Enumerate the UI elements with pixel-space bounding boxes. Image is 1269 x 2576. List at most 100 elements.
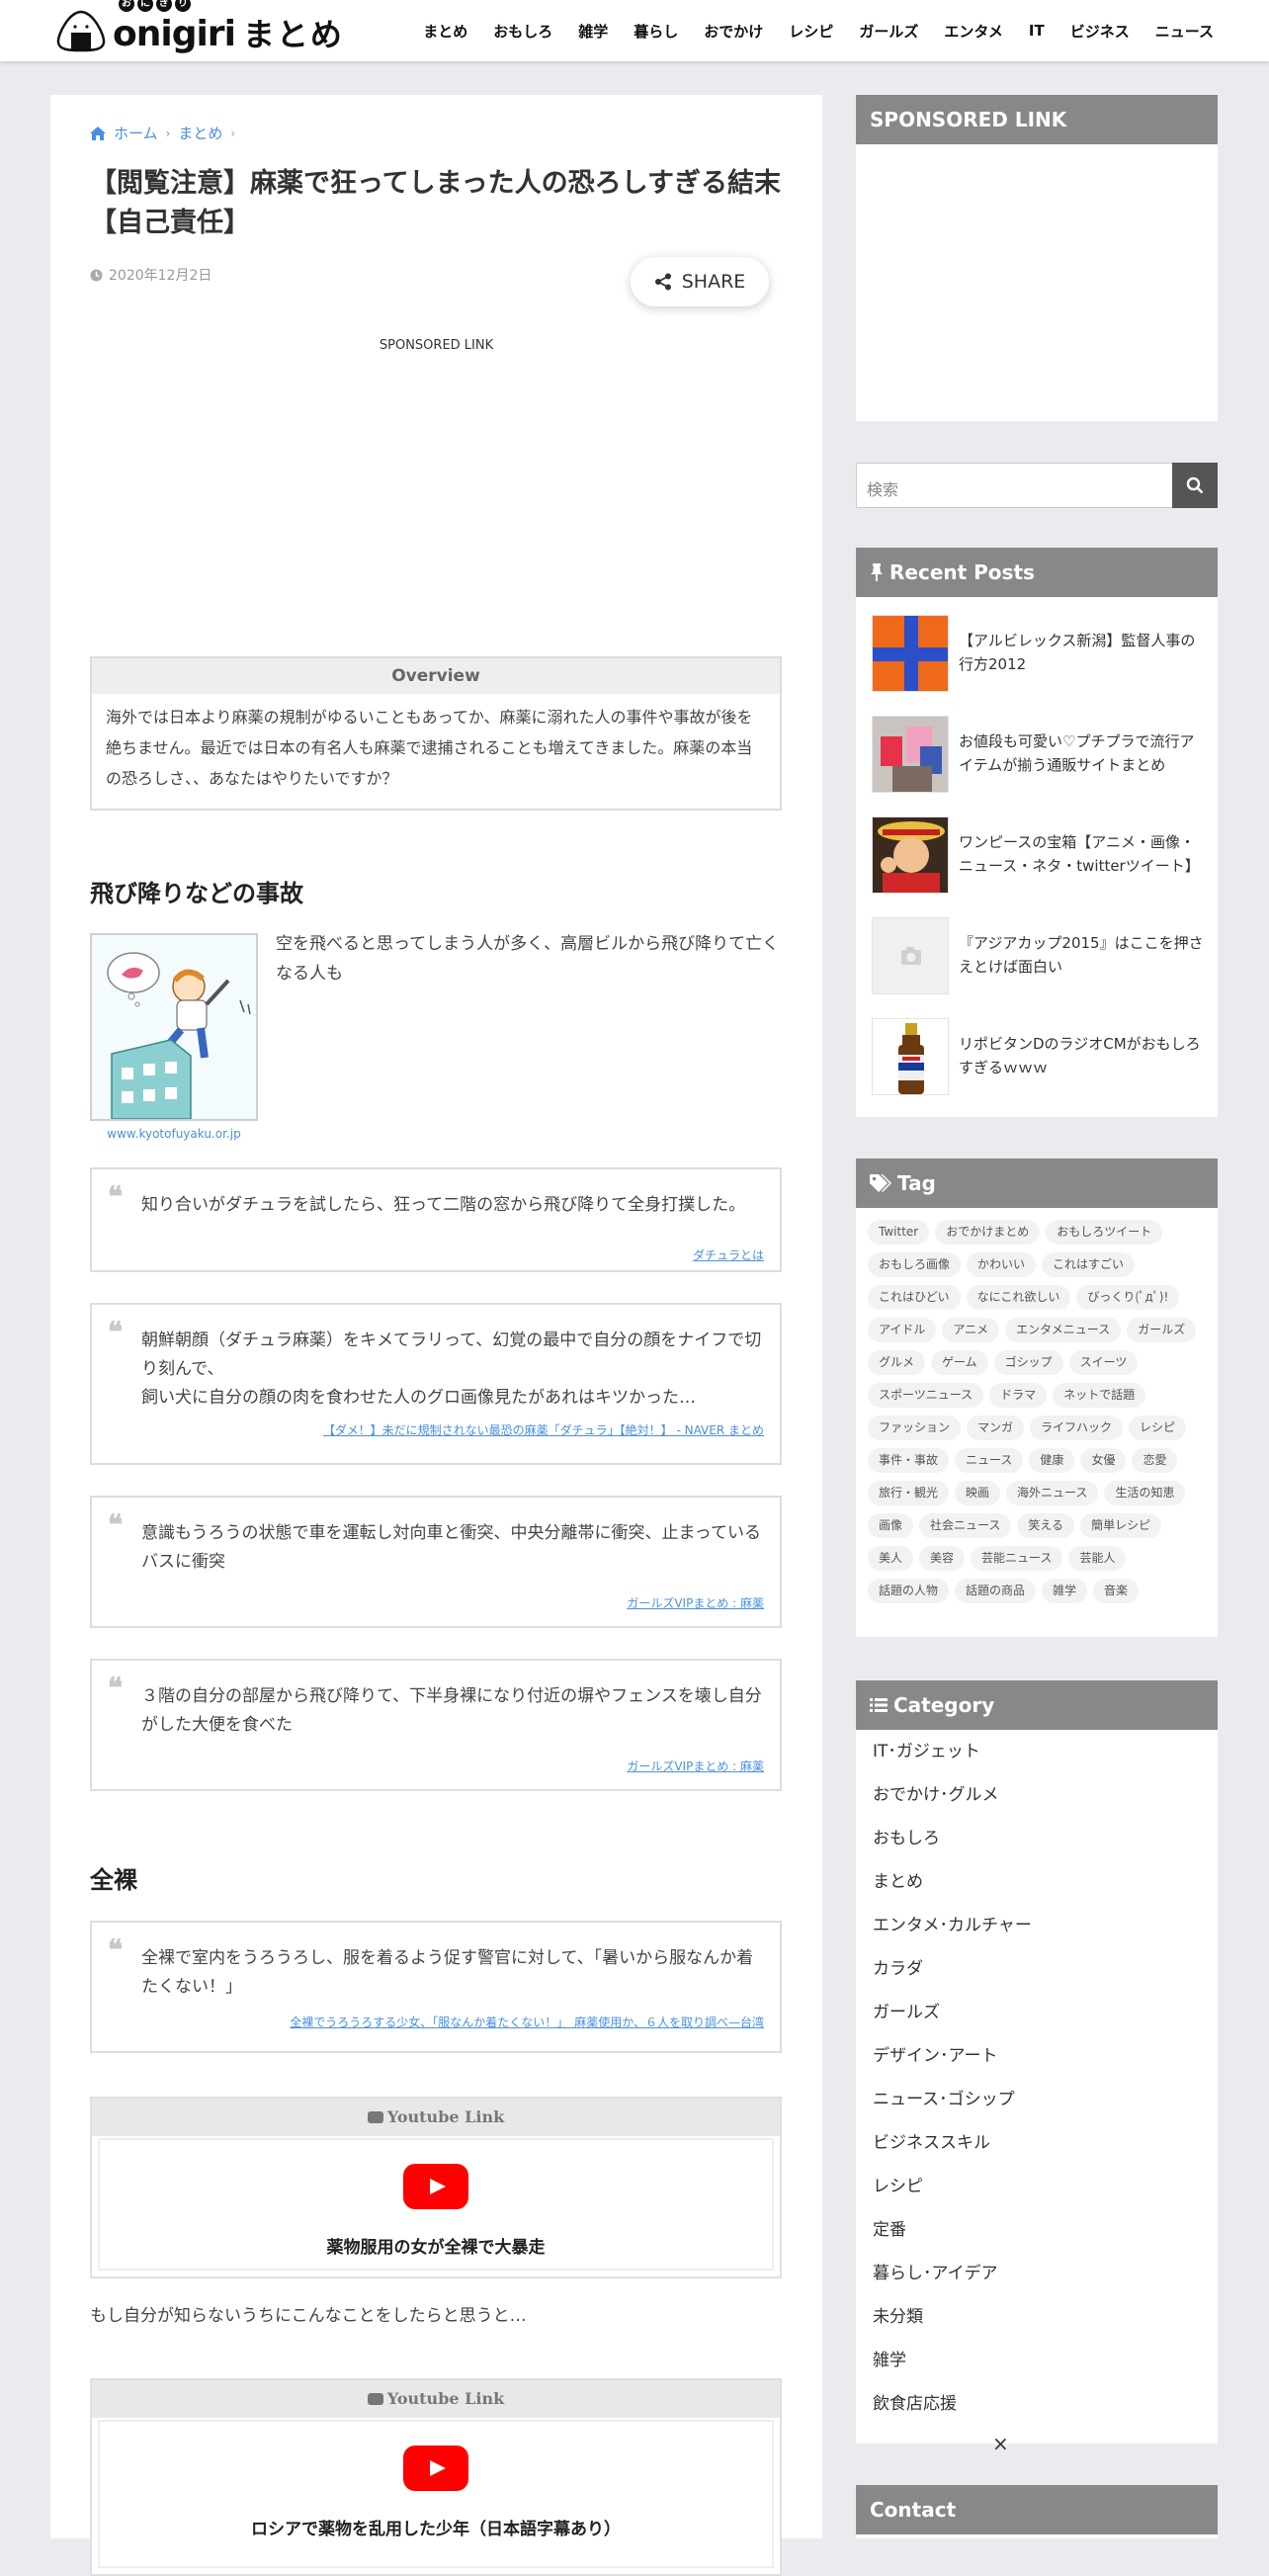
breadcrumb-matome[interactable]: まとめ (178, 123, 222, 143)
tag-item[interactable]: グルメ (868, 1350, 926, 1375)
tag-item[interactable]: ゴシップ (993, 1350, 1063, 1375)
recent-post-title[interactable]: リポビタンDのラジオCMがおもしろすぎるｗｗｗ (959, 1032, 1208, 1079)
nav-item-business[interactable]: ビジネス (1070, 21, 1130, 42)
recent-post-item[interactable]: 『アジアカップ2015』はここを押さえとけば面白い (872, 917, 1208, 994)
recent-post-title[interactable]: 【アルビレックス新潟】監督人事の行方2012 (959, 629, 1208, 676)
tag-item[interactable]: 芸能ニュース (971, 1546, 1063, 1571)
tag-item[interactable]: 話題の人物 (868, 1579, 950, 1603)
nav-item-odekake[interactable]: おでかけ (704, 21, 763, 42)
youtube-video-title[interactable]: ロシアで薬物を乱用した少年（日本語字幕あり） (100, 2515, 772, 2539)
tag-item[interactable]: 健康 (1029, 1448, 1075, 1473)
tag-item[interactable]: 笑える (1017, 1513, 1075, 1538)
recent-post-thumb[interactable] (872, 615, 949, 692)
quote-source-link[interactable]: 【ダメ！】未だに規制されない最恐の麻薬「ダチュラ」【絶対！】 - NAVER ま… (323, 1421, 764, 1438)
quote-source-link[interactable]: ガールズVIPまとめ : 麻薬 (627, 1594, 764, 1611)
recent-post-item[interactable]: ワンピースの宝箱【アニメ・画像・ニュース・ネタ・twitterツイート】 (872, 816, 1208, 894)
nav-item-omoshiro[interactable]: おもしろ (493, 21, 552, 42)
youtube-play-icon[interactable] (403, 2164, 468, 2209)
nav-item-it[interactable]: IT (1029, 22, 1045, 40)
category-item[interactable]: 雑学 (856, 2339, 1218, 2382)
category-item[interactable]: デザイン･アート (856, 2034, 1218, 2078)
site-logo[interactable]: お に ぎ り onigiri まとめ (55, 0, 344, 55)
youtube-play-icon[interactable] (403, 2446, 468, 2491)
tag-item[interactable]: Twitter (868, 1220, 930, 1245)
category-item[interactable]: ガールズ (856, 1991, 1218, 2034)
nav-item-news[interactable]: ニュース (1155, 21, 1214, 42)
category-item[interactable]: レシピ (856, 2165, 1218, 2208)
tag-item[interactable]: おもしろ画像 (868, 1252, 962, 1277)
breadcrumb-home[interactable]: ホーム (114, 123, 158, 143)
tag-item[interactable]: おもしろツイート (1046, 1220, 1163, 1245)
tag-item[interactable]: おでかけまとめ (935, 1220, 1041, 1245)
tag-item[interactable]: 海外ニュース (1006, 1481, 1099, 1505)
tag-item[interactable]: 生活の知恵 (1104, 1481, 1186, 1505)
nav-item-entame[interactable]: エンタメ (944, 21, 1003, 42)
category-item[interactable]: IT･ガジェット (856, 1730, 1218, 1773)
tag-item[interactable]: アイドル (868, 1318, 937, 1342)
tag-item[interactable]: かわいい (967, 1252, 1037, 1277)
tag-item[interactable]: 恋愛 (1132, 1448, 1178, 1473)
category-item[interactable]: ニュース･ゴシップ (856, 2078, 1218, 2121)
tag-item[interactable]: 映画 (955, 1481, 1001, 1505)
nav-item-matome[interactable]: まとめ (423, 21, 467, 42)
search-button[interactable] (1172, 463, 1218, 508)
recent-post-item[interactable]: 【アルビレックス新潟】監督人事の行方2012 (872, 615, 1208, 692)
close-icon[interactable]: × (992, 2432, 1009, 2455)
nav-item-kurashi[interactable]: 暮らし (634, 21, 678, 42)
tag-item[interactable]: 芸能人 (1068, 1546, 1127, 1571)
nav-item-recipe[interactable]: レシピ (789, 21, 833, 42)
tag-item[interactable]: これはひどい (868, 1285, 961, 1310)
youtube-card[interactable]: 薬物服用の女が全裸で大暴走 (98, 2138, 774, 2271)
tag-item[interactable]: 社会ニュース (919, 1513, 1012, 1538)
category-item[interactable]: エンタメ･カルチャー (856, 1904, 1218, 1947)
category-item[interactable]: おもしろ (856, 1817, 1218, 1860)
recent-post-thumb[interactable] (872, 917, 949, 994)
tag-item[interactable]: 話題の商品 (955, 1579, 1037, 1603)
tag-item[interactable]: ゲーム (931, 1350, 988, 1375)
quote-source-link[interactable]: 全裸でうろうろする少女、「服なんか着たくない！」 麻薬使用か、６人を取り調べ—台… (290, 2014, 764, 2030)
category-item[interactable]: まとめ (856, 1860, 1218, 1904)
figure-caption[interactable]: www.kyotofuyaku.or.jp (90, 1127, 258, 1141)
tag-item[interactable]: 女優 (1080, 1448, 1127, 1473)
tag-item[interactable]: 美容 (919, 1546, 966, 1571)
tag-item[interactable]: ニュース (955, 1448, 1024, 1473)
quote-source-link[interactable]: ガールズVIPまとめ : 麻薬 (627, 1758, 764, 1774)
recent-post-thumb[interactable] (872, 1018, 949, 1095)
tag-item[interactable]: 旅行・観光 (868, 1481, 950, 1505)
youtube-video-title[interactable]: 薬物服用の女が全裸で大暴走 (100, 2233, 772, 2258)
recent-post-item[interactable]: お値段も可愛い♡プチプラで流行アイテムが揃う通販サイトまとめ (872, 716, 1208, 793)
falling-person-illustration[interactable] (90, 933, 258, 1121)
tag-item[interactable]: ネットで話題 (1053, 1383, 1146, 1408)
tag-item[interactable]: レシピ (1129, 1416, 1187, 1440)
category-item[interactable]: 定番 (856, 2208, 1218, 2252)
category-item[interactable]: 未分類 (856, 2295, 1218, 2339)
recent-post-title[interactable]: ワンピースの宝箱【アニメ・画像・ニュース・ネタ・twitterツイート】 (959, 830, 1208, 878)
tag-item[interactable]: エンタメニュース (1005, 1318, 1122, 1342)
tag-item[interactable]: 音楽 (1093, 1579, 1140, 1603)
category-item[interactable]: 飲食店応援 (856, 2382, 1218, 2426)
tag-item[interactable]: 事件・事故 (868, 1448, 950, 1473)
youtube-card[interactable]: ロシアで薬物を乱用した少年（日本語字幕あり） (98, 2420, 774, 2568)
tag-item[interactable]: ファッション (868, 1416, 962, 1440)
tag-item[interactable]: 美人 (868, 1546, 914, 1571)
tag-item[interactable]: 簡単レシピ (1080, 1513, 1162, 1538)
tag-item[interactable]: びっくり(ﾟдﾟ)! (1076, 1285, 1180, 1310)
tag-item[interactable]: 雑学 (1042, 1579, 1088, 1603)
tag-item[interactable]: スポーツニュース (868, 1383, 984, 1408)
nav-item-girls[interactable]: ガールズ (859, 21, 918, 42)
share-button[interactable]: SHARE (631, 257, 769, 306)
nav-item-zatsugaku[interactable]: 雑学 (578, 21, 608, 42)
recent-post-title[interactable]: お値段も可愛い♡プチプラで流行アイテムが揃う通販サイトまとめ (959, 730, 1208, 777)
recent-post-thumb[interactable] (872, 816, 949, 894)
tag-item[interactable]: これはすごい (1042, 1252, 1136, 1277)
search-input[interactable]: 検索 (867, 476, 898, 500)
tag-item[interactable]: マンガ (967, 1416, 1025, 1440)
tag-item[interactable]: なにこれ欲しい (966, 1285, 1071, 1310)
tag-item[interactable]: ガールズ (1127, 1318, 1197, 1342)
recent-post-item[interactable]: リポビタンDのラジオCMがおもしろすぎるｗｗｗ (872, 1018, 1208, 1095)
quote-source-link[interactable]: ダチュラとは (693, 1246, 764, 1263)
recent-post-title[interactable]: 『アジアカップ2015』はここを押さえとけば面白い (959, 931, 1208, 979)
tag-item[interactable]: スイーツ (1068, 1350, 1139, 1375)
category-item[interactable]: カラダ (856, 1947, 1218, 1991)
tag-item[interactable]: アニメ (942, 1318, 1000, 1342)
